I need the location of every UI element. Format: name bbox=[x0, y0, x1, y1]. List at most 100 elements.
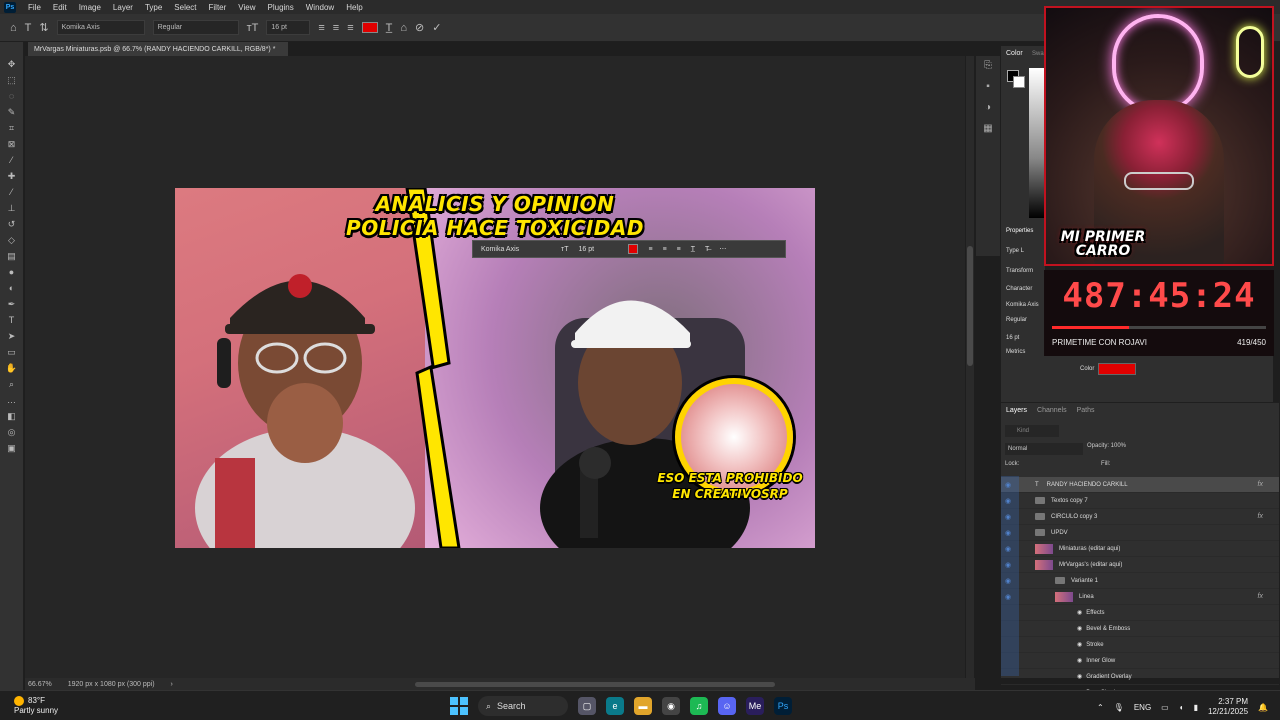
effect-eye-icon[interactable]: ◉ bbox=[1077, 641, 1082, 648]
headline-line-1[interactable]: ANALICIS Y OPINION bbox=[175, 192, 815, 216]
character-section[interactable]: Character bbox=[1006, 286, 1032, 292]
layer-row[interactable]: ◉ MrVargas's (editar aqui) bbox=[1001, 557, 1279, 573]
document-tab[interactable]: MrVargas Miniaturas.psb @ 66.7% (RANDY H… bbox=[28, 42, 288, 56]
menu-window[interactable]: Window bbox=[300, 3, 340, 12]
discord-icon[interactable]: ☺ bbox=[718, 697, 736, 715]
fx-icon[interactable]: fx bbox=[1258, 593, 1263, 600]
edge-icon[interactable]: e bbox=[606, 697, 624, 715]
menu-view[interactable]: View bbox=[232, 3, 261, 12]
crop-tool-icon[interactable]: ⌗ bbox=[9, 122, 14, 134]
dodge-tool-icon[interactable]: ◐ bbox=[9, 282, 14, 294]
layer-row[interactable]: ◉ Textos copy 7 bbox=[1001, 493, 1279, 509]
file-explorer-icon[interactable]: ▬ bbox=[634, 697, 652, 715]
stamp-tool-icon[interactable]: ⊥ bbox=[8, 202, 16, 214]
volume-icon[interactable]: ◖ bbox=[1179, 703, 1184, 712]
layer-row[interactable]: ◉ Gradient Overlay bbox=[1001, 669, 1279, 685]
tab-paths[interactable]: Paths bbox=[1077, 407, 1095, 414]
tab-channels[interactable]: Channels bbox=[1037, 407, 1067, 414]
chevron-up-icon[interactable]: ⌃ bbox=[1097, 703, 1104, 712]
menu-layer[interactable]: Layer bbox=[107, 3, 139, 12]
home-icon[interactable]: ⌂ bbox=[10, 22, 17, 34]
align-center-icon-float[interactable]: ≡ bbox=[663, 246, 667, 253]
blend-mode-select[interactable]: Normal bbox=[1005, 443, 1083, 455]
menu-help[interactable]: Help bbox=[340, 3, 368, 12]
layer-row[interactable]: ◉ Inner Glow bbox=[1001, 653, 1279, 669]
shape-tool-icon[interactable]: ▭ bbox=[7, 346, 16, 358]
move-tool-icon[interactable]: ✥ bbox=[8, 58, 16, 70]
properties-size[interactable]: 16 pt bbox=[1006, 335, 1019, 341]
font-family-select[interactable]: Komika Axis bbox=[56, 20, 145, 35]
transform-section[interactable]: Transform bbox=[1006, 268, 1033, 274]
effect-eye-icon[interactable]: ◉ bbox=[1077, 673, 1082, 680]
zoom-tool-icon[interactable]: ⌕ bbox=[9, 378, 14, 390]
effect-eye-icon[interactable]: ◉ bbox=[1077, 609, 1082, 616]
floating-font-family[interactable]: Komika Axis bbox=[481, 246, 551, 253]
taskbar-search[interactable]: ⌕ Search bbox=[478, 696, 568, 716]
menu-file[interactable]: File bbox=[22, 3, 47, 12]
screen-mode-icon[interactable]: ▣ bbox=[7, 442, 16, 454]
align-left-icon-float[interactable]: ≡ bbox=[648, 246, 652, 253]
spotify-icon[interactable]: ♫ bbox=[690, 697, 708, 715]
quick-select-tool-icon[interactable]: ✎ bbox=[8, 106, 16, 118]
pen-tool-icon[interactable]: ✒ bbox=[8, 298, 16, 310]
font-size-select[interactable]: 16 pt bbox=[266, 20, 311, 35]
more-options-icon[interactable]: ⋯ bbox=[719, 245, 726, 253]
layer-row[interactable]: ◉ Linea fx bbox=[1001, 589, 1279, 605]
layer-row[interactable]: ◉ Bevel & Emboss bbox=[1001, 621, 1279, 637]
text-options-icon-float[interactable]: T̶ bbox=[705, 246, 709, 253]
menu-type[interactable]: Type bbox=[139, 3, 168, 12]
clock[interactable]: 2:37 PM 12/21/2025 bbox=[1208, 697, 1248, 717]
windows-start-icon[interactable] bbox=[450, 697, 468, 715]
type-tool-icon-left[interactable]: T bbox=[9, 314, 15, 326]
effect-eye-icon[interactable]: ◉ bbox=[1077, 625, 1082, 632]
effect-eye-icon[interactable]: ◉ bbox=[1077, 657, 1082, 664]
tab-layers[interactable]: Layers bbox=[1006, 407, 1027, 414]
comments-panel-icon[interactable]: ▪ bbox=[986, 81, 990, 92]
more-tools-icon[interactable]: … bbox=[7, 394, 16, 406]
menu-edit[interactable]: Edit bbox=[47, 3, 73, 12]
quick-mask-icon[interactable]: ◎ bbox=[8, 426, 16, 438]
opacity-field[interactable]: Opacity: 100% bbox=[1087, 443, 1126, 449]
layer-row[interactable]: ◉ Stroke bbox=[1001, 637, 1279, 653]
warp-text-icon[interactable]: T̲ bbox=[386, 22, 393, 34]
layer-filter-input[interactable]: Kind bbox=[1005, 425, 1059, 437]
brush-tool-icon[interactable]: ⁄ bbox=[11, 186, 13, 198]
align-right-icon[interactable]: ≡ bbox=[347, 22, 353, 34]
floating-font-size[interactable]: 16 pt bbox=[578, 246, 618, 253]
text-orientation-icon[interactable]: ⇅ bbox=[39, 21, 48, 34]
properties-color-swatch[interactable] bbox=[1098, 363, 1136, 375]
eraser-tool-icon[interactable]: ◇ bbox=[8, 234, 15, 246]
fx-icon[interactable]: fx bbox=[1258, 513, 1263, 520]
lasso-tool-icon[interactable]: ◌ bbox=[9, 90, 14, 102]
eyedropper-tool-icon[interactable]: ⁄ bbox=[11, 154, 13, 166]
history-brush-icon[interactable]: ↺ bbox=[8, 218, 16, 230]
headline-line-2[interactable]: POLICIA HACE TOXICIDAD bbox=[175, 216, 815, 240]
menu-filter[interactable]: Filter bbox=[203, 3, 233, 12]
zoom-level[interactable]: 66.67% bbox=[28, 681, 52, 688]
menu-plugins[interactable]: Plugins bbox=[262, 3, 300, 12]
microphone-icon[interactable]: 🎙 bbox=[1114, 703, 1124, 712]
task-view-icon[interactable]: ▢ bbox=[578, 697, 596, 715]
fill-field[interactable]: Fill: bbox=[1101, 461, 1110, 467]
floating-color-swatch[interactable] bbox=[628, 244, 639, 254]
notification-bell-icon[interactable]: 🔔 bbox=[1258, 703, 1268, 712]
battery-icon[interactable]: ▮ bbox=[1194, 703, 1198, 712]
layer-row[interactable]: ◉ CIRCULO copy 3 fx bbox=[1001, 509, 1279, 525]
marquee-tool-icon[interactable]: ⬚ bbox=[7, 74, 16, 86]
frame-tool-icon[interactable]: ⊠ bbox=[8, 138, 16, 150]
align-right-icon-float[interactable]: ≡ bbox=[677, 246, 681, 253]
gradient-tool-icon[interactable]: ▤ bbox=[7, 250, 16, 262]
network-icon[interactable]: ▭ bbox=[1161, 703, 1169, 712]
color-picker-field[interactable] bbox=[1029, 68, 1045, 218]
commit-check-icon[interactable]: ✓ bbox=[432, 21, 441, 34]
menu-select[interactable]: Select bbox=[168, 3, 202, 12]
adjustments-panel-icon[interactable]: ◑ bbox=[985, 102, 991, 113]
background-color-swatch[interactable] bbox=[1013, 76, 1025, 88]
vertical-scrollbar[interactable] bbox=[966, 56, 974, 678]
thumbnail-caption[interactable]: ESO ESTA PROHIBIDO EN CREATIVOSRP bbox=[645, 470, 815, 502]
layer-row[interactable]: ◉ T RANDY HACIENDO CARKILL fx bbox=[1001, 477, 1279, 493]
align-left-icon[interactable]: ≡ bbox=[318, 22, 324, 34]
chevron-right-icon[interactable]: › bbox=[171, 681, 173, 688]
layer-row[interactable]: ◉ UPDV bbox=[1001, 525, 1279, 541]
tab-color[interactable]: Color bbox=[1006, 50, 1023, 57]
